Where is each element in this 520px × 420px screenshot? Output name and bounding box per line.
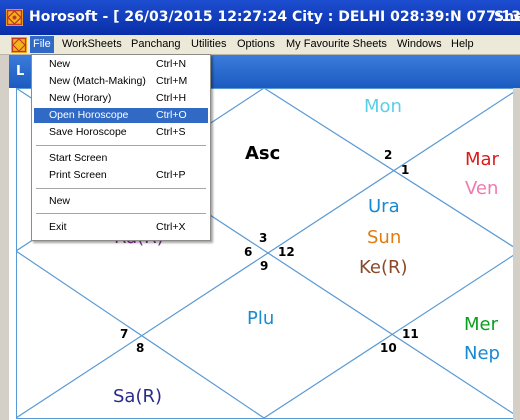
menu-item-shortcut: Ctrl+M	[156, 75, 188, 87]
menu-item-label: Print Screen	[49, 169, 107, 181]
menu-item-label: Open Horoscope	[49, 109, 129, 121]
planet-plu: Plu	[247, 308, 275, 329]
menu-item-start-screen[interactable]: Start Screen	[34, 151, 208, 166]
house-number-10: 10	[380, 341, 397, 355]
menu-item-label: Save Horoscope	[49, 126, 127, 138]
house-number-7: 7	[120, 327, 129, 341]
menu-separator	[36, 145, 206, 147]
menu-item-label: New (Horary)	[49, 92, 112, 104]
menu-item-new-match-making[interactable]: New (Match-Making) Ctrl+M	[34, 74, 208, 89]
menu-options[interactable]: Options	[234, 36, 278, 53]
menu-item-new-secondary[interactable]: New	[34, 194, 208, 209]
menu-utilities[interactable]: Utilities	[188, 36, 229, 53]
house-number-12: 12	[278, 245, 295, 259]
house-number-2: 2	[384, 148, 393, 162]
app-logo-icon	[6, 9, 23, 26]
menu-item-shortcut: Ctrl+N	[156, 58, 187, 70]
menu-worksheets[interactable]: WorkSheets	[59, 36, 125, 53]
menu-item-label: Start Screen	[49, 152, 108, 164]
planet-asc: Asc	[245, 143, 281, 164]
menu-bar: File WorkSheets Panchang Utilities Optio…	[0, 35, 520, 55]
house-number-3: 3	[259, 231, 268, 245]
planet-ke: Ke(R)	[359, 257, 408, 278]
house-number-9: 9	[260, 259, 269, 273]
file-menu-dropdown: New Ctrl+N New (Match-Making) Ctrl+M New…	[31, 54, 211, 241]
window-title-overflow: She	[494, 9, 520, 25]
child-window-title: L	[16, 64, 25, 79]
menu-file[interactable]: File	[30, 36, 54, 53]
menu-item-shortcut: Ctrl+H	[156, 92, 187, 104]
menu-help[interactable]: Help	[448, 36, 477, 53]
house-number-6: 6	[244, 245, 253, 259]
menu-item-shortcut: Ctrl+O	[156, 109, 187, 121]
planet-sun: Sun	[367, 227, 402, 248]
house-number-11: 11	[402, 327, 419, 341]
planet-mer: Mer	[464, 314, 499, 335]
right-edge	[513, 88, 520, 420]
title-bar: Horosoft - [ 26/03/2015 12:27:24 City : …	[0, 0, 520, 35]
menu-item-shortcut: Ctrl+P	[156, 169, 186, 181]
planet-mon: Mon	[364, 96, 402, 117]
menu-panchang[interactable]: Panchang	[128, 36, 184, 53]
document-icon[interactable]	[11, 37, 27, 53]
menu-item-open-horoscope[interactable]: Open Horoscope Ctrl+O	[34, 108, 208, 123]
menu-separator	[36, 213, 206, 215]
menu-my-favourite-sheets[interactable]: My Favourite Sheets	[283, 36, 390, 53]
menu-item-new-horary[interactable]: New (Horary) Ctrl+H	[34, 91, 208, 106]
menu-item-shortcut: Ctrl+S	[156, 126, 186, 138]
menu-item-shortcut: Ctrl+X	[156, 221, 186, 233]
menu-item-label: New	[49, 58, 71, 70]
menu-item-label: New	[49, 195, 71, 207]
menu-separator	[36, 188, 206, 190]
menu-windows[interactable]: Windows	[394, 36, 445, 53]
planet-sa: Sa(R)	[113, 386, 163, 407]
menu-item-label: Exit	[49, 221, 67, 233]
menu-item-label: New (Match-Making)	[49, 75, 146, 87]
house-number-8: 8	[136, 341, 145, 355]
house-number-1: 1	[401, 163, 410, 177]
menu-item-save-horoscope[interactable]: Save Horoscope Ctrl+S	[34, 125, 208, 140]
menu-item-exit[interactable]: Exit Ctrl+X	[34, 220, 208, 235]
menu-item-print-screen[interactable]: Print Screen Ctrl+P	[34, 168, 208, 183]
window-title: Horosoft - [ 26/03/2015 12:27:24 City : …	[29, 9, 520, 25]
menu-item-new[interactable]: New Ctrl+N	[34, 57, 208, 72]
planet-nep: Nep	[464, 343, 500, 364]
planet-mar: Mar	[465, 149, 499, 170]
planet-ura: Ura	[368, 196, 400, 217]
planet-ven: Ven	[465, 178, 499, 199]
